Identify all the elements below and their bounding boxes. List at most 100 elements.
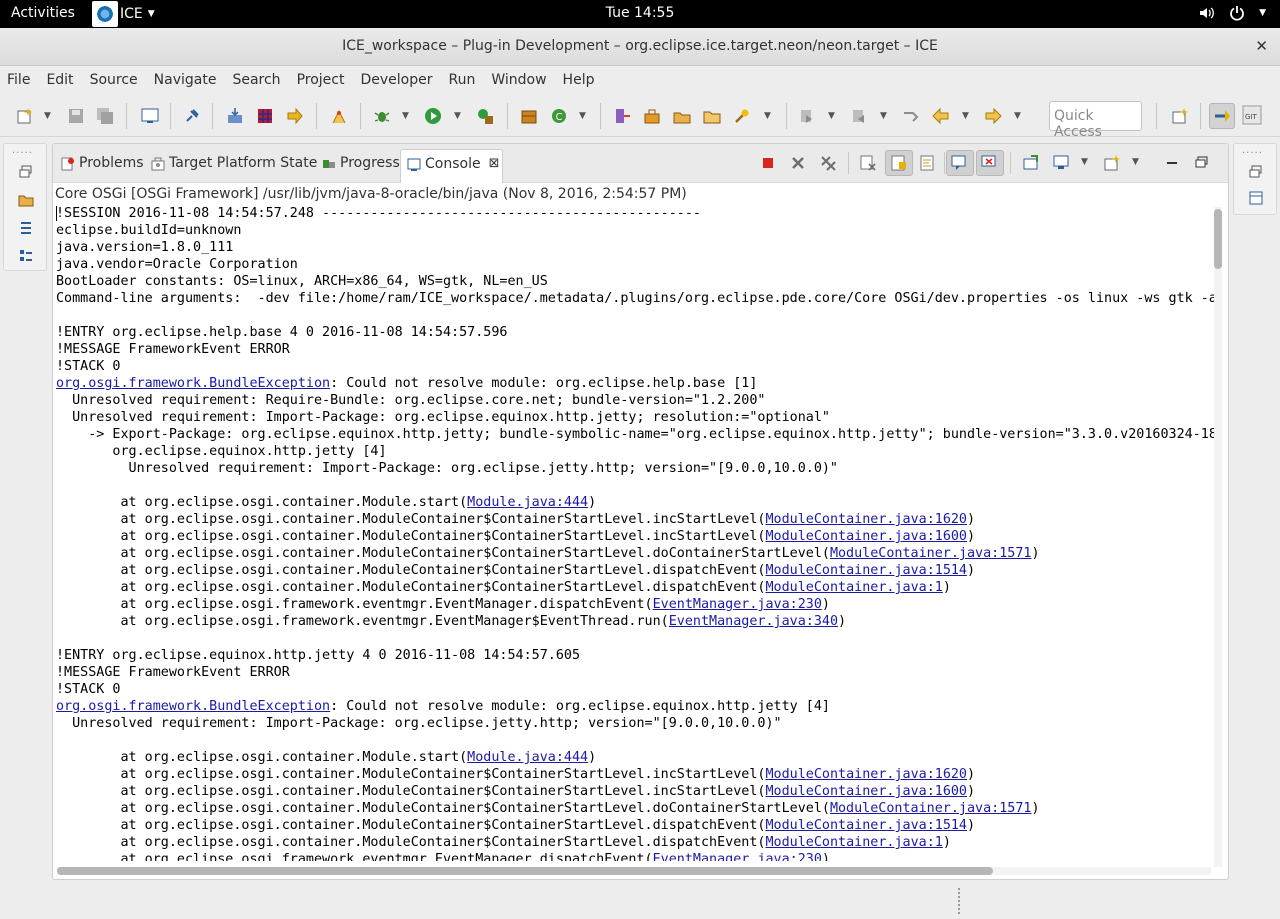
forward-dropdown-icon[interactable]: ▼ [1014,111,1021,121]
menu-window[interactable]: Window [491,72,546,88]
terminal-icon[interactable] [141,107,159,125]
menu-run[interactable]: Run [448,72,475,88]
task-list-icon[interactable] [1248,190,1264,206]
grid-icon[interactable] [256,107,274,125]
open-folder-icon[interactable] [703,107,721,125]
menu-help[interactable]: Help [563,72,595,88]
open-console-dropdown-icon[interactable]: ▼ [1132,157,1139,167]
remove-launch-icon[interactable] [789,154,807,172]
restore-icon[interactable] [18,164,34,180]
menu-source[interactable]: Source [90,72,138,88]
system-status-area[interactable]: ▼ [1199,5,1266,21]
clear-console-icon[interactable] [859,154,877,172]
stack-trace-link[interactable]: ModuleContainer.java:1600 [765,529,967,544]
tab-console[interactable]: Console ⊠ [400,149,503,183]
outline-icon[interactable] [18,248,34,264]
next-annotation-icon[interactable] [798,107,816,125]
console-output[interactable]: !SESSION 2016-11-08 14:54:57.248 -------… [56,205,1214,861]
menu-navigate[interactable]: Navigate [154,72,217,88]
word-wrap-icon[interactable] [919,154,937,172]
debug-icon[interactable] [373,107,391,125]
run-icon[interactable] [424,107,442,125]
activities-button[interactable]: Activities [11,5,75,21]
git-perspective-button[interactable]: GIT [1240,103,1266,129]
previous-annotation-dropdown-icon[interactable]: ▼ [880,111,887,121]
import-icon[interactable] [226,107,244,125]
stack-trace-link[interactable]: ModuleContainer.java:1514 [765,818,967,833]
status-bar-grip[interactable] [958,888,961,914]
next-annotation-dropdown-icon[interactable]: ▼ [828,111,835,121]
stack-trace-link[interactable]: ModuleContainer.java:1 [765,580,942,595]
debug-dropdown-icon[interactable]: ▼ [402,111,409,121]
previous-annotation-icon[interactable] [850,107,868,125]
trim-grip[interactable]: ····· [1242,148,1263,159]
stack-trace-link[interactable]: ModuleContainer.java:1571 [830,801,1032,816]
menu-search[interactable]: Search [232,72,280,88]
open-plugin-icon[interactable] [643,107,661,125]
new-package-icon[interactable] [520,107,538,125]
trim-grip[interactable]: ····· [12,148,33,159]
hierarchy-icon[interactable] [18,220,34,236]
new-class-dropdown-icon[interactable]: ▼ [579,111,586,121]
stack-trace-link[interactable]: EventManager.java:230 [653,597,822,612]
horizontal-scroll-thumb[interactable] [57,867,993,875]
stack-trace-link[interactable]: ModuleContainer.java:1514 [765,563,967,578]
horizontal-scrollbar[interactable] [57,867,1211,875]
plugin-tools-icon[interactable] [330,107,348,125]
run-external-tools-icon[interactable] [476,107,494,125]
stack-trace-link[interactable]: ModuleContainer.java:1 [765,835,942,850]
stack-trace-link[interactable]: Module.java:444 [467,495,588,510]
maximize-icon[interactable] [1193,154,1211,172]
stack-trace-link[interactable]: EventManager.java:230 [653,852,822,861]
package-explorer-icon[interactable] [18,192,34,208]
new-dropdown-icon[interactable]: ▼ [44,111,51,121]
back-dropdown-icon[interactable]: ▼ [962,111,969,121]
new-wizard-icon[interactable] [16,107,34,125]
menu-file[interactable]: File [7,72,30,88]
tab-target-platform-state[interactable]: Target Platform State [145,149,317,182]
restore-icon[interactable] [1248,164,1264,180]
tab-problems[interactable]: Problems [55,149,144,182]
pde-perspective-button[interactable] [1209,103,1235,129]
show-on-stderr-toggle[interactable] [976,150,1004,176]
stack-trace-link[interactable]: ModuleContainer.java:1620 [765,767,967,782]
search-dropdown-icon[interactable]: ▼ [764,111,771,121]
terminate-icon[interactable] [759,154,777,172]
stack-trace-link[interactable]: EventManager.java:340 [669,614,838,629]
clock[interactable]: Tue 14:55 [0,5,1280,21]
minimize-icon[interactable] [1163,154,1181,172]
show-on-stdout-toggle[interactable] [946,150,974,176]
search-tools-icon[interactable] [733,107,751,125]
display-selected-console-icon[interactable] [1052,154,1070,172]
open-perspective-icon[interactable] [1171,107,1189,125]
app-menu[interactable]: ICE ▼ [92,0,155,28]
run-dropdown-icon[interactable]: ▼ [454,111,461,121]
menu-edit[interactable]: Edit [46,72,73,88]
close-tab-icon[interactable]: ⊠ [489,156,500,183]
last-edit-location-icon[interactable] [902,107,920,125]
stack-trace-link[interactable]: org.osgi.framework.BundleException [56,376,330,391]
open-type-icon[interactable] [613,107,631,125]
forward-arrow-icon[interactable] [286,107,304,125]
quick-access-input[interactable]: Quick Access [1049,101,1142,140]
tab-progress[interactable]: Progress [316,149,400,182]
new-class-icon[interactable]: C [550,107,568,125]
menu-project[interactable]: Project [297,72,345,88]
stack-trace-link[interactable]: ModuleContainer.java:1571 [830,546,1032,561]
stack-trace-link[interactable]: ModuleContainer.java:1600 [765,784,967,799]
open-task-icon[interactable] [673,107,691,125]
pin-icon[interactable] [183,107,201,125]
stack-trace-link[interactable]: Module.java:444 [467,750,588,765]
remove-all-terminated-icon[interactable] [819,154,837,172]
vertical-scroll-thumb[interactable] [1214,209,1222,269]
vertical-scrollbar[interactable] [1214,207,1222,867]
open-console-icon[interactable] [1103,154,1121,172]
display-console-dropdown-icon[interactable]: ▼ [1081,157,1088,167]
forward-icon[interactable] [984,107,1002,125]
save-icon[interactable] [67,107,85,125]
stack-trace-link[interactable]: org.osgi.framework.BundleException [56,699,330,714]
window-close-button[interactable]: ✕ [1255,37,1268,55]
stack-trace-link[interactable]: ModuleContainer.java:1620 [765,512,967,527]
pin-console-icon[interactable] [1022,154,1040,172]
menu-developer[interactable]: Developer [360,72,432,88]
